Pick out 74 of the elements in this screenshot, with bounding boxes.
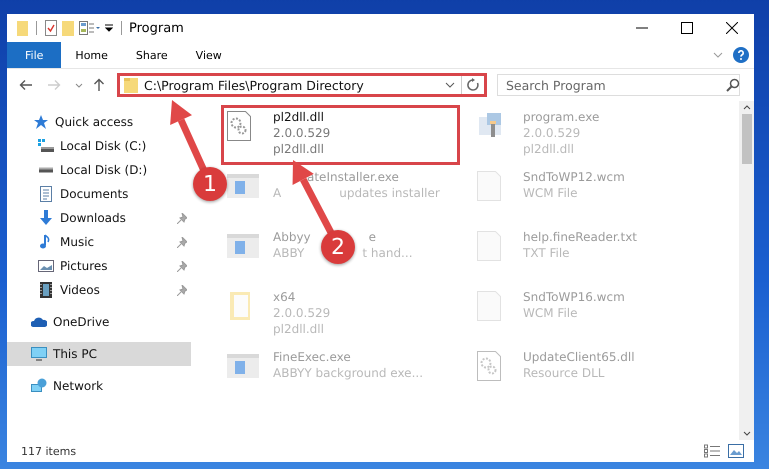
sidebar-item[interactable]: OneDrive xyxy=(7,310,191,334)
file-detail: 2.0.0.529 xyxy=(273,305,330,321)
sidebar-item[interactable]: Music xyxy=(7,230,191,254)
close-icon[interactable] xyxy=(726,22,738,34)
monitor-icon xyxy=(31,346,47,362)
file-detail: Resource DLL xyxy=(523,365,604,381)
sidebar-item[interactable]: Pictures xyxy=(7,254,191,278)
customize-icon[interactable] xyxy=(105,24,113,32)
up-arrow-icon[interactable] xyxy=(93,78,105,92)
sidebar-item[interactable]: Documents xyxy=(7,182,191,206)
back-arrow-icon[interactable] xyxy=(19,79,33,91)
file-name: SndToWP12.wcm xyxy=(523,169,625,185)
file-detail: 2.0.0.529 xyxy=(273,125,330,141)
file-detail: WCM File xyxy=(523,305,578,321)
dropdown-icon[interactable] xyxy=(75,82,83,88)
item-count: 117 items xyxy=(21,444,78,458)
ribbon-tab[interactable]: File xyxy=(7,42,62,68)
search-field[interactable]: Search Program xyxy=(497,74,740,96)
sidebar-item[interactable]: Quick access xyxy=(7,110,191,134)
document-icon xyxy=(38,186,54,202)
file-detail: ABBY xyxy=(273,245,304,261)
properties-icon[interactable] xyxy=(45,20,57,36)
picture-icon xyxy=(38,258,54,274)
network-icon xyxy=(31,378,47,394)
sidebar-item[interactable]: Videos xyxy=(7,278,191,302)
file-name: e xyxy=(368,229,376,245)
window-title: Program xyxy=(129,20,185,36)
file-name: Abbyy xyxy=(273,229,311,245)
maximize-icon[interactable] xyxy=(681,22,693,34)
file-name: help.fineReader.txt xyxy=(523,229,637,245)
sidebar-item[interactable]: This PC xyxy=(7,342,191,366)
file-item[interactable]: pl2dll.dll 2.0.0.529 pl2dll.dll xyxy=(221,105,460,165)
film-icon xyxy=(38,282,54,298)
help-icon[interactable] xyxy=(733,47,749,63)
chevron-icon[interactable] xyxy=(713,52,723,58)
drive-icon xyxy=(38,167,54,173)
file-name: SndToWP16.wcm xyxy=(523,289,625,305)
scrollbar[interactable] xyxy=(739,101,754,440)
ribbon-tab[interactable]: Home xyxy=(61,42,122,68)
sidebar-item[interactable]: Local Disk (C:) xyxy=(7,134,191,158)
file-detail: updates installer xyxy=(339,185,440,201)
file-name: FineExec.exe xyxy=(273,349,351,365)
ribbon-tab[interactable]: Share xyxy=(122,42,182,68)
folder-icon xyxy=(124,77,138,93)
sidebar-item[interactable]: Local Disk (D:) xyxy=(7,158,191,182)
file-detail: TXT File xyxy=(523,245,570,261)
search-icon xyxy=(726,78,740,92)
file-detail: pl2dll.dll xyxy=(273,141,324,157)
ribbon-tab[interactable]: View xyxy=(182,42,236,68)
large-icons-view-icon[interactable] xyxy=(728,444,744,458)
file-detail: pl2dll.dll xyxy=(523,141,574,157)
file-detail: WCM File xyxy=(523,185,578,201)
scroll-up-icon[interactable] xyxy=(742,105,750,110)
download-arrow-icon xyxy=(38,210,54,226)
file-name: ateInstaller.exe xyxy=(307,169,399,185)
file-detail: A xyxy=(273,185,282,201)
file-detail: 2.0.0.529 xyxy=(523,125,580,141)
file-name: UpdateClient65.dll xyxy=(523,349,635,365)
file-detail: t hand... xyxy=(362,245,413,261)
view-icon[interactable] xyxy=(79,21,100,35)
file-detail: ABBYY background exe... xyxy=(273,365,424,381)
drive-icon xyxy=(38,138,54,154)
sidebar-item[interactable]: Network xyxy=(7,374,191,398)
dropdown-icon[interactable] xyxy=(445,82,455,88)
file-detail: pl2dll.dll xyxy=(273,321,324,337)
details-view-icon[interactable] xyxy=(704,444,720,458)
file-name: pl2dll.dll xyxy=(273,109,324,125)
file-name: program.exe xyxy=(523,109,600,125)
address-bar[interactable]: C:\Program Files\Program Directory xyxy=(117,73,487,97)
star-icon xyxy=(33,114,49,130)
scroll-thumb[interactable] xyxy=(742,114,752,164)
sidebar-item[interactable]: Downloads xyxy=(7,206,191,230)
scroll-down-icon[interactable] xyxy=(742,431,750,436)
file-name: x64 xyxy=(273,289,296,305)
